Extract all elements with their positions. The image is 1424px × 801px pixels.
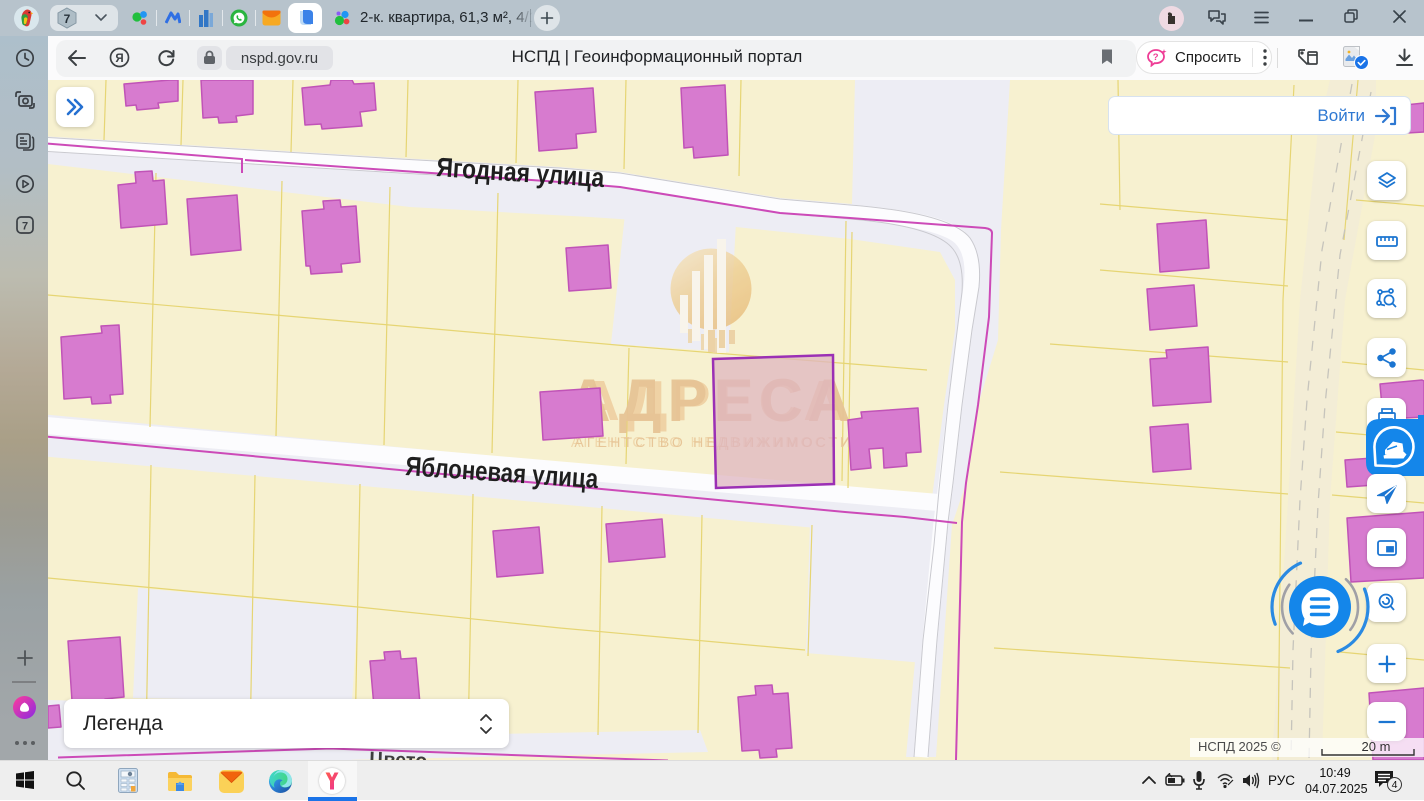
- svg-text:7: 7: [22, 221, 28, 233]
- svg-text:20 m: 20 m: [1362, 739, 1391, 754]
- svg-text:7: 7: [64, 12, 71, 26]
- svg-text:?: ?: [1153, 52, 1159, 63]
- svg-text:Я: Я: [115, 53, 123, 65]
- svg-text:Цвето: Цвето: [369, 748, 428, 760]
